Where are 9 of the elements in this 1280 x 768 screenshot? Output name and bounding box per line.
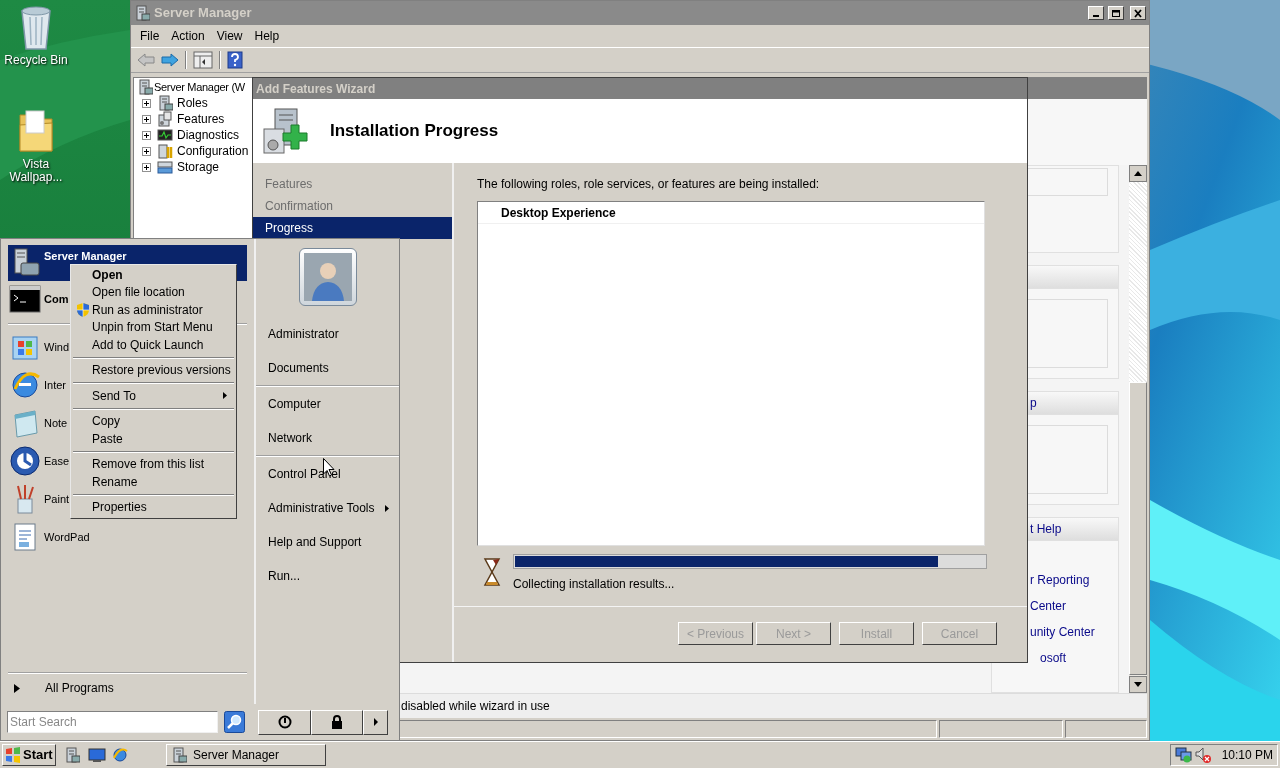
dialog-title: Add Features Wizard: [256, 80, 376, 98]
window-title: Server Manager: [154, 4, 252, 23]
status-text: Collecting installation results...: [513, 576, 676, 593]
icon-label: Recycle Bin: [3, 54, 69, 67]
list-item: Desktop Experience: [478, 202, 984, 224]
dialog-heading: Installation Progress: [330, 120, 499, 143]
status-text: disabled while wizard in use: [401, 698, 550, 715]
icon-label: Vista Wallpap...: [8, 158, 64, 184]
description-text: The following roles, role services, or features are being installed:: [477, 177, 821, 191]
